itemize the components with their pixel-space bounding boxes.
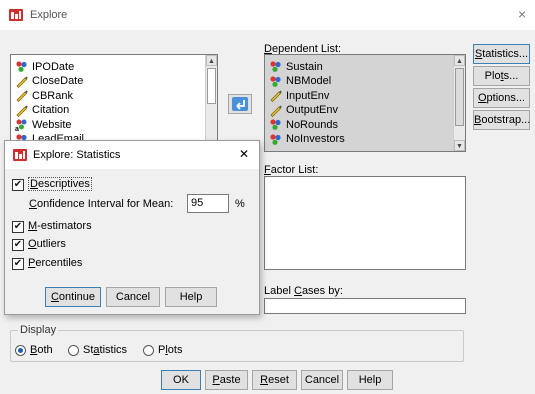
scale-icon: [16, 76, 28, 88]
statistics-button[interactable]: Statistics...: [473, 44, 530, 64]
stats-cancel-button[interactable]: Cancel: [106, 287, 160, 307]
ok-button[interactable]: OK: [161, 370, 201, 390]
variable-label: CBRank: [32, 89, 73, 102]
percentiles-checkbox[interactable]: ✔: [12, 258, 24, 270]
options-button[interactable]: Options...: [473, 88, 530, 108]
ci-unit: %: [235, 198, 245, 210]
nominal-icon: [270, 133, 281, 145]
scroll-thumb[interactable]: [455, 68, 464, 126]
stats-help-button[interactable]: Help: [165, 287, 217, 307]
variable-label: NoInvestors: [286, 133, 345, 145]
continue-button[interactable]: Continue: [45, 287, 101, 307]
label-cases-label: Label Cases by:: [264, 285, 343, 297]
display-legend: Display: [18, 324, 59, 336]
spss-icon: [9, 9, 23, 21]
display-plots-label: Plots: [158, 344, 183, 356]
source-variable-item[interactable]: CloseDate: [15, 74, 83, 89]
percentiles-label: Percentiles: [28, 257, 83, 269]
factor-list-label: Factor List:: [264, 164, 319, 176]
display-statistics-label: Statistics: [83, 344, 128, 356]
dependent-variable-item[interactable]: NoRounds: [269, 117, 338, 132]
display-plots-radio[interactable]: [143, 345, 154, 356]
window-title: Explore: [30, 9, 68, 21]
scroll-thumb[interactable]: [207, 68, 216, 104]
dependent-variable-item[interactable]: NBModel: [269, 74, 331, 89]
string-icon: a: [15, 119, 27, 131]
dependent-variable-item[interactable]: Sustain: [269, 59, 323, 74]
nominal-icon: [270, 119, 281, 130]
dependent-variable-item[interactable]: InputEnv: [269, 88, 329, 103]
variable-label: OutputEnv: [286, 104, 338, 116]
scroll-up-icon[interactable]: ▲: [206, 55, 217, 66]
nominal-icon: [270, 61, 281, 72]
source-variable-item[interactable]: CBRank: [15, 88, 73, 103]
scale-icon: [16, 105, 28, 117]
statistics-title: Explore: Statistics: [33, 149, 121, 161]
label-cases-field[interactable]: [264, 298, 466, 314]
reset-button[interactable]: Reset: [252, 370, 297, 390]
dependent-variable-item[interactable]: NoInvestors: [269, 132, 345, 147]
scroll-down-icon[interactable]: ▼: [454, 140, 465, 151]
variable-label: Website: [32, 118, 72, 131]
descriptives-label: Descriptives: [28, 177, 92, 191]
source-variable-item[interactable]: IPODate: [15, 59, 74, 74]
display-statistics-radio[interactable]: [68, 345, 79, 356]
outliers-label: Outliers: [28, 238, 66, 250]
ci-label: Confidence Interval for Mean:: [29, 198, 174, 210]
bootstrap-button[interactable]: Bootstrap...: [473, 110, 530, 130]
nominal-icon: [270, 75, 281, 87]
m-estimators-label: M-estimators: [28, 220, 92, 232]
m-estimators-checkbox[interactable]: ✔: [12, 221, 24, 233]
variable-label: Citation: [32, 104, 70, 116]
variable-label: Sustain: [286, 60, 323, 73]
variable-label: IPODate: [32, 60, 75, 73]
arrow-right-icon: [232, 97, 248, 111]
dependent-list[interactable]: Sustain NBModel InputEnv OutputEnv NoRounds N…: [264, 54, 466, 152]
source-scrollbar[interactable]: ▲: [205, 55, 217, 145]
descriptives-checkbox[interactable]: ✔: [12, 179, 24, 191]
variable-label: NBModel: [286, 75, 332, 87]
scroll-up-icon[interactable]: ▲: [454, 55, 465, 66]
display-both-radio[interactable]: [15, 345, 26, 356]
title-bar: [0, 0, 535, 30]
cancel-button[interactable]: Cancel: [301, 370, 343, 390]
nominal-icon: [16, 61, 27, 72]
display-group: [10, 330, 464, 362]
close-window-button[interactable]: ×: [518, 6, 526, 22]
source-variable-item[interactable]: Citation: [15, 103, 69, 118]
variable-label: InputEnv: [286, 89, 330, 102]
source-variable-item[interactable]: a Website: [15, 117, 72, 132]
statistics-close-button[interactable]: ✕: [239, 147, 249, 161]
paste-button[interactable]: Paste: [205, 370, 248, 390]
spss-icon: [13, 149, 27, 161]
ci-input[interactable]: 95: [187, 194, 229, 213]
variable-label: NoRounds: [286, 118, 338, 131]
plots-button[interactable]: Plots...: [473, 66, 530, 86]
display-both-label: Both: [30, 344, 53, 356]
scale-icon: [16, 90, 28, 102]
outliers-checkbox[interactable]: ✔: [12, 239, 24, 251]
dependent-scrollbar[interactable]: ▲ ▼: [453, 55, 465, 151]
svg-text:a: a: [15, 126, 19, 131]
dependent-variable-item[interactable]: OutputEnv: [269, 103, 338, 118]
move-to-dependent-button[interactable]: [228, 94, 252, 114]
scale-icon: [270, 105, 282, 117]
source-variable-list[interactable]: IPODate CloseDate CBRank Citation a Website Le…: [10, 54, 218, 146]
factor-list[interactable]: [264, 176, 466, 270]
help-button[interactable]: Help: [347, 370, 393, 390]
scale-icon: [270, 90, 282, 102]
statistics-dialog: Explore: Statistics ✕ ✔ Descriptives Con…: [4, 140, 260, 315]
variable-label: CloseDate: [32, 75, 84, 87]
